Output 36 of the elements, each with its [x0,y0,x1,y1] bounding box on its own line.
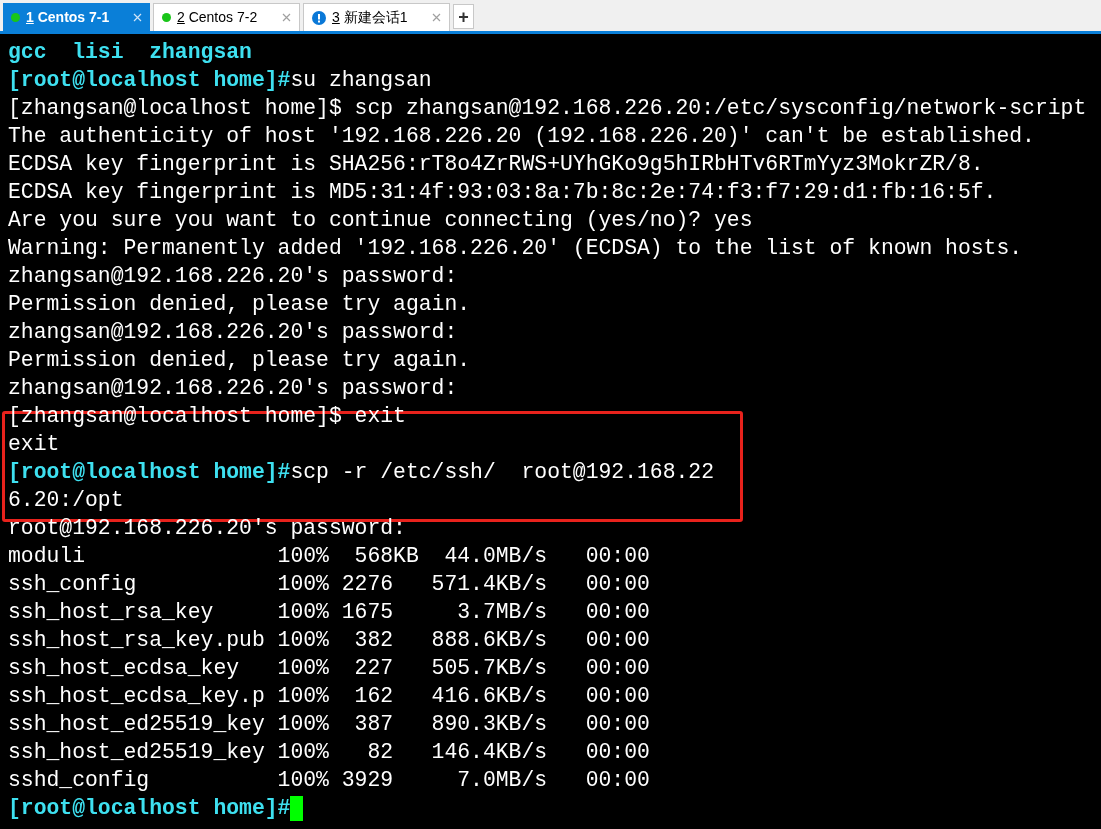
terminal-line: ssh_host_ed25519_key 100% 82 146.4KB/s 00:00 [8,739,650,766]
close-icon[interactable] [432,13,441,22]
terminal-line: moduli 100% 568KB 44.0MB/s 00:00 [8,543,650,570]
shell-prompt: [root@localhost home]# [8,795,291,822]
terminal-line: ssh_host_rsa_key 100% 1675 3.7MB/s 00:00 [8,599,650,626]
terminal-line: sshd_config 100% 3929 7.0MB/s 00:00 [8,767,650,794]
tab[interactable]: 1 Centos 7-1 [3,3,150,31]
shell-prompt: [root@localhost home]# [8,67,291,94]
terminal-line: Permission denied, please try again. [8,347,471,374]
terminal-line: Warning: Permanently added '192.168.226.20' (ECDSA) to the list of known hosts. [8,235,1023,262]
terminal-line: Are you sure you want to continue connecting (yes/no)? yes [8,207,753,234]
terminal-line: zhangsan@192.168.226.20's password: [8,319,458,346]
terminal-line: zhangsan@192.168.226.20's password: [8,263,458,290]
terminal-line: ssh_host_rsa_key.pub 100% 382 888.6KB/s 00:00 [8,627,650,654]
terminal-line: Permission denied, please try again. [8,291,471,318]
tab[interactable]: 3 新建会话1 [303,3,450,31]
terminal-line: ssh_host_ed25519_key 100% 387 890.3KB/s 00:00 [8,711,650,738]
terminal-line: ECDSA key fingerprint is MD5:31:4f:93:03:8a:7b:8c:2e:74:f3:f7:29:d1:fb:16:5f. [8,179,997,206]
terminal-line: ssh_host_ecdsa_key 100% 227 505.7KB/s 00:00 [8,655,650,682]
shell-prompt: [root@localhost home]# [8,459,291,486]
terminal-line: scp -r /etc/ssh/ root@192.168.22 [290,459,714,486]
close-icon[interactable] [282,13,291,22]
terminal-line: ssh_config 100% 2276 571.4KB/s 00:00 [8,571,650,598]
terminal-line: ECDSA key fingerprint is SHA256:rT8o4ZrRWS+UYhGKo9g5hIRbHTv6RTmYyz3MokrZR/8. [8,151,984,178]
terminal-line: ssh_host_ecdsa_key.p 100% 162 416.6KB/s 00:00 [8,683,650,710]
directory-listing: gcc lisi zhangsan [8,39,252,66]
terminal-line: 6.20:/opt [8,487,124,514]
terminal-line: root@192.168.226.20's password: [8,515,406,542]
terminal-line: su zhangsan [290,67,432,94]
new-tab-button[interactable]: + [453,4,474,29]
terminal-line: exit [8,431,60,458]
terminal-line: The authenticity of host '192.168.226.20 (192.168.226.20)' can't be established. [8,123,1035,150]
terminal-line: [zhangsan@localhost home]$ scp zhangsan@192.168.226.20:/etc/sysconfig/network-script [8,95,1087,122]
terminal-line: zhangsan@192.168.226.20's password: [8,375,458,402]
tab[interactable]: 2 Centos 7-2 [153,3,300,31]
text-cursor [290,795,304,821]
